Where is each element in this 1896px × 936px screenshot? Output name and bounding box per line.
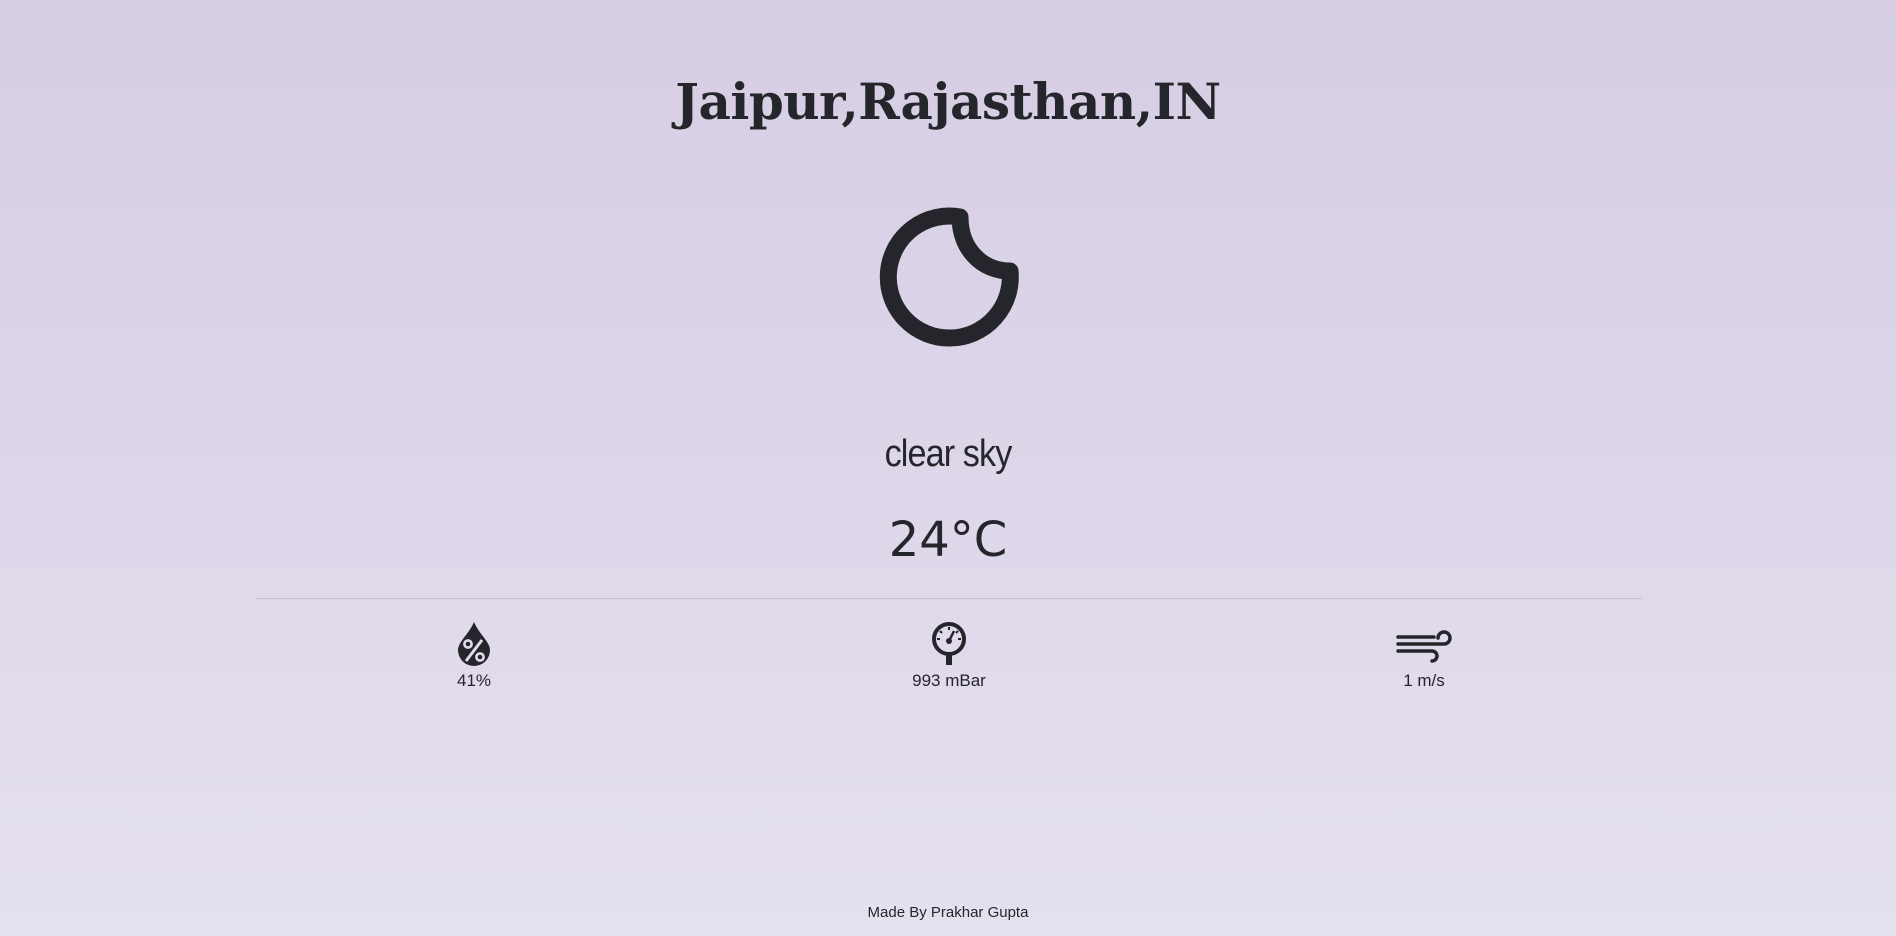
humidity-stat: 41% xyxy=(374,620,574,692)
wind-stat: 1 m/s xyxy=(1324,620,1524,692)
divider xyxy=(256,598,1642,599)
humidity-value: 41% xyxy=(456,671,492,690)
pressure-value: 993 mBar xyxy=(912,671,986,690)
footer-credit: Made By Prakhar Gupta xyxy=(867,904,1029,921)
humidity-icon xyxy=(374,620,574,666)
temperature-value: 24°C xyxy=(888,512,1008,568)
pressure-gauge-icon xyxy=(849,620,1049,666)
pressure-stat: 993 mBar xyxy=(849,620,1049,692)
wind-icon xyxy=(1324,620,1524,666)
weather-description: clear sky xyxy=(884,433,1013,475)
wind-value: 1 m/s xyxy=(1403,671,1445,690)
location-title: Jaipur,Rajasthan,IN xyxy=(675,72,1221,131)
moon-icon xyxy=(876,205,1022,351)
